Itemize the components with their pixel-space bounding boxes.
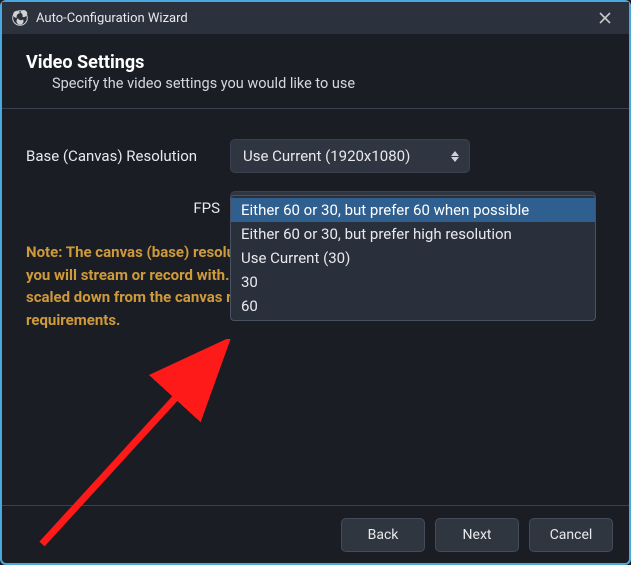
next-button[interactable]: Next: [435, 518, 519, 552]
close-icon: [598, 11, 612, 25]
window-title: Auto-Configuration Wizard: [36, 11, 188, 26]
titlebar: Auto-Configuration Wizard: [2, 2, 629, 34]
resolution-label: Base (Canvas) Resolution: [26, 147, 230, 165]
page-title: Video Settings: [26, 52, 605, 73]
back-button[interactable]: Back: [341, 518, 425, 552]
dropdown-option[interactable]: Use Current (30): [231, 246, 595, 270]
wizard-header: Video Settings Specify the video setting…: [2, 34, 629, 109]
resolution-row: Base (Canvas) Resolution Use Current (19…: [26, 139, 605, 173]
resolution-select[interactable]: Use Current (1920x1080): [230, 139, 470, 173]
cancel-button[interactable]: Cancel: [529, 518, 613, 552]
dropdown-option[interactable]: 30: [231, 270, 595, 294]
spinner-icon: [447, 151, 463, 162]
fps-label: FPS: [26, 199, 230, 217]
close-button[interactable]: [591, 4, 619, 32]
obs-logo-icon: [12, 10, 28, 26]
dropdown-option[interactable]: Either 60 or 30, but prefer high resolut…: [231, 222, 595, 246]
fps-dropdown[interactable]: Either 60 or 30, but prefer 60 when poss…: [230, 195, 596, 321]
dropdown-option[interactable]: Either 60 or 30, but prefer 60 when poss…: [231, 198, 595, 222]
wizard-footer: Back Next Cancel: [2, 505, 629, 563]
dropdown-option[interactable]: 60: [231, 294, 595, 318]
content-area: Base (Canvas) Resolution Use Current (19…: [2, 109, 629, 225]
resolution-value: Use Current (1920x1080): [243, 147, 410, 165]
page-subtitle: Specify the video settings you would lik…: [52, 75, 605, 92]
